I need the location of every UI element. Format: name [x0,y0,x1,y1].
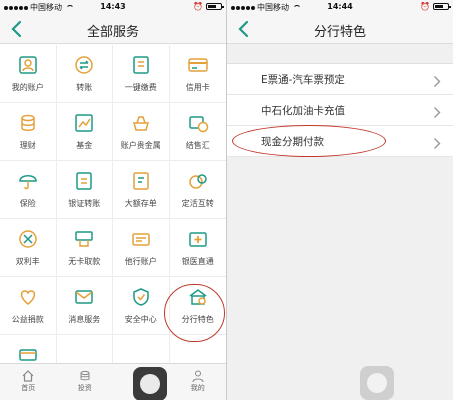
right-screen: 中国移动 14:44 ⏰ 分行特色 E票通-汽车票预定 中石化加油卡充值 现金分… [227,0,453,400]
service-security[interactable]: 安全中心 [113,277,170,335]
tab-home[interactable]: 首页 [0,364,57,400]
service-label: 消息服务 [68,315,101,324]
exchange-icon [187,112,209,134]
alarm-icon: ⏰ [420,2,430,11]
tab-label: 首页 [21,384,36,392]
list-item-label: E票通-汽车票预定 [261,74,345,86]
home-icon [21,368,35,382]
service-label: 我的账户 [11,83,44,92]
alarm-icon: ⏰ [193,2,203,11]
status-bar: 中国移动 14:43 ⏰ [0,0,226,14]
service-label: 基金 [76,141,93,150]
service-label: 银医直通 [181,257,214,266]
service-fixed-current[interactable]: 定活互转 [170,161,227,219]
interest-icon [17,228,39,250]
left-screen: 中国移动 14:43 ⏰ 全部服务 我的账户 转账 一键缴费 信用卡理财 基金 账户贵金属… [0,0,226,400]
service-label: 公益捐款 [11,315,44,324]
tab-label: 我的 [190,384,205,392]
umbrella-icon [17,170,39,192]
service-label: 信用卡 [185,83,210,92]
page-title: 全部服务 [86,25,139,40]
service-label: 一键缴费 [124,83,157,92]
medical-icon [187,228,209,250]
precious-metal-icon [130,112,152,134]
service-securities-transfer[interactable]: 银证转账 [57,161,113,219]
nav-bar: 全部服务 [0,14,226,44]
security-icon [130,286,152,308]
transfer-icon [73,54,95,76]
fixed-current-icon [187,170,209,192]
battery-icon [206,3,224,10]
service-label: 无卡取款 [68,257,101,266]
fund-icon [73,112,95,134]
service-finance[interactable]: 理财 [0,103,57,161]
list-item-label: 中石化加油卡充值 [261,105,345,117]
chevron-right-icon [433,104,441,118]
service-label: 账户贵金属 [120,141,161,150]
message-icon [73,286,95,308]
tab-label: 投资 [77,384,92,392]
chevron-right-icon [433,135,441,149]
assistive-touch-button[interactable] [133,367,167,400]
service-deposit[interactable]: 大额存单 [113,161,170,219]
service-label: 双利丰 [15,257,40,266]
service-message[interactable]: 消息服务 [57,277,113,335]
payment-icon [130,54,152,76]
service-payment[interactable]: 一键缴费 [113,45,170,103]
service-label: 转账 [76,83,93,92]
service-precious-metal[interactable]: 账户贵金属 [113,103,170,161]
donation-icon [17,286,39,308]
deposit-icon [130,170,152,192]
chevron-right-icon [433,73,441,87]
status-bar: 中国移动 14:44 ⏰ [227,0,453,14]
service-label: 大额存单 [124,199,157,208]
service-interest[interactable]: 双利丰 [0,219,57,277]
list-item-fuel-card[interactable]: 中石化加油卡充值 [227,95,453,126]
service-account[interactable]: 我的账户 [0,45,57,103]
cardless-withdraw-icon [73,228,95,250]
tab-bar: 首页 投资 商城 我的 [0,363,226,400]
service-medical[interactable]: 银医直通 [170,219,227,277]
page-title: 分行特色 [313,25,366,40]
service-donation[interactable]: 公益捐款 [0,277,57,335]
service-exchange[interactable]: 结售汇 [170,103,227,161]
services-row: 双利丰 无卡取款 他行账户 银医直通 [0,219,226,277]
other-bank-icon [130,228,152,250]
tab-profile[interactable]: 我的 [170,364,227,400]
service-cardless-withdraw[interactable]: 无卡取款 [57,219,113,277]
tab-invest[interactable]: 投资 [57,364,114,400]
nav-bar: 分行特色 [227,14,453,44]
battery-icon [433,3,451,10]
services-row: 保险 银证转账 大额存单 定活互转 [0,161,226,219]
assistive-touch-button[interactable] [360,366,394,400]
services-row: 理财 基金 账户贵金属 结售汇 [0,103,226,161]
invest-icon [78,368,92,382]
service-other-bank[interactable]: 他行账户 [113,219,170,277]
services-row: 我的账户 转账 一键缴费 信用卡 [0,45,226,103]
service-credit-card[interactable]: 信用卡 [170,45,227,103]
service-label: 银证转账 [68,199,101,208]
service-label: 理财 [19,141,36,150]
service-label: 定活互转 [181,199,214,208]
credit-card-icon [187,54,209,76]
service-label: 结售汇 [185,141,210,150]
service-umbrella[interactable]: 保险 [0,161,57,219]
service-label: 安全中心 [124,315,157,324]
highlight-ellipse [232,125,386,157]
service-label: 他行账户 [124,257,157,266]
highlight-circle [164,284,225,342]
profile-icon [191,368,205,383]
securities-transfer-icon [73,170,95,192]
finance-icon [17,112,39,134]
account-icon [17,54,39,76]
service-transfer[interactable]: 转账 [57,45,113,103]
list-item-bus-ticket[interactable]: E票通-汽车票预定 [227,64,453,95]
service-label: 保险 [19,199,36,208]
service-fund[interactable]: 基金 [57,103,113,161]
